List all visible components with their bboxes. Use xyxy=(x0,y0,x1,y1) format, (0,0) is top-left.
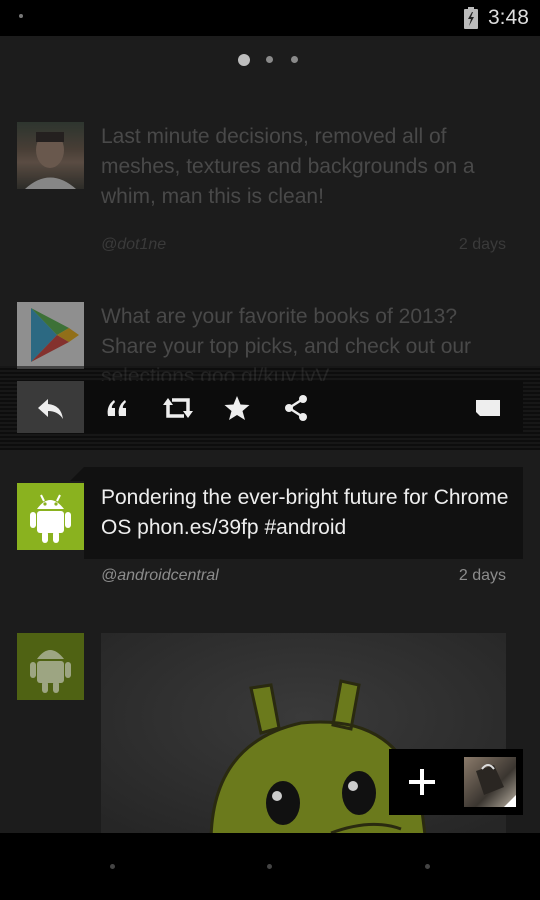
avatar[interactable] xyxy=(17,122,84,189)
compose-widget xyxy=(389,749,523,815)
android-central-avatar[interactable] xyxy=(17,483,84,550)
play-store-avatar[interactable] xyxy=(17,302,84,369)
action-bar-panel xyxy=(17,381,523,433)
plus-icon[interactable] xyxy=(407,767,437,797)
retweet-icon[interactable] xyxy=(162,394,194,422)
back-button[interactable] xyxy=(110,864,115,869)
tweet-text: Last minute decisions, removed all of me… xyxy=(101,125,475,208)
navigation-bar xyxy=(0,833,540,900)
tweet-handle[interactable]: @dot1ne xyxy=(101,236,166,254)
notification-dot xyxy=(19,14,23,18)
tweet-handle[interactable]: @androidcentral xyxy=(101,567,219,585)
recents-button[interactable] xyxy=(425,864,430,869)
clock: 3:48 xyxy=(488,6,529,29)
page-dot-2 xyxy=(266,56,273,63)
reply-button[interactable] xyxy=(17,381,84,433)
page-indicator xyxy=(0,54,540,66)
battery-charging-icon xyxy=(464,7,478,29)
page-dot-1 xyxy=(238,54,250,66)
android-central-avatar[interactable] xyxy=(17,633,84,700)
tweet-item[interactable]: Pondering the ever-bright future for Chr… xyxy=(0,483,540,593)
home-button[interactable] xyxy=(267,864,272,869)
tweet-action-bar xyxy=(0,366,540,450)
account-thumbnail[interactable] xyxy=(464,757,516,807)
tweet-item[interactable]: Last minute decisions, removed all of me… xyxy=(0,122,540,272)
quote-icon[interactable] xyxy=(104,394,132,422)
status-bar: 3:48 xyxy=(0,0,540,36)
tweet-text[interactable]: Pondering the ever-bright future for Chr… xyxy=(101,483,511,543)
more-icon[interactable] xyxy=(474,394,502,422)
favorite-icon[interactable] xyxy=(223,394,251,422)
card-corner-indicator xyxy=(70,467,84,481)
tweet-time: 2 days xyxy=(458,236,506,253)
reply-icon xyxy=(38,399,63,419)
page-dot-3 xyxy=(291,56,298,63)
tweet-time: 2 days xyxy=(458,567,506,584)
share-icon[interactable] xyxy=(282,394,310,422)
